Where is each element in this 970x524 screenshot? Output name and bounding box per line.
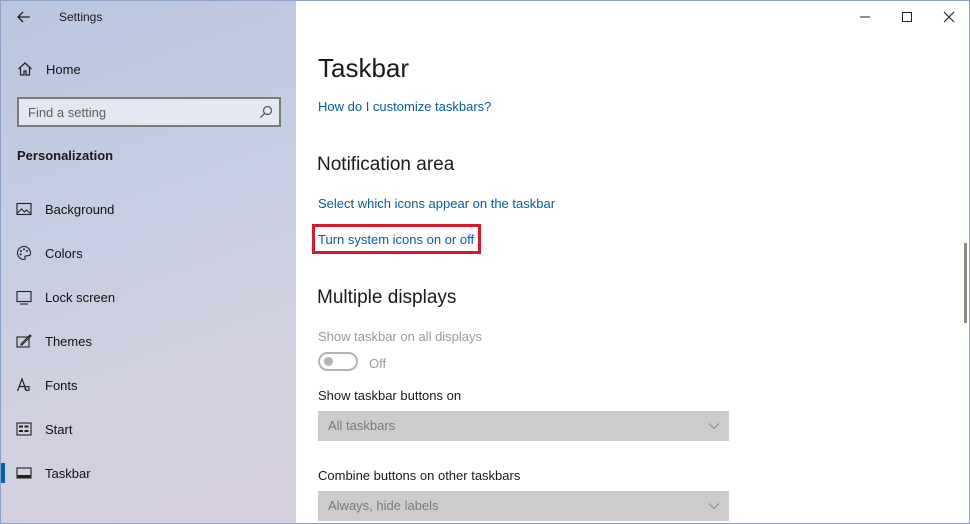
main-content: Taskbar How do I customize taskbars? Not… [296, 1, 969, 523]
notification-area-heading: Notification area [317, 154, 455, 175]
customize-help-link[interactable]: How do I customize taskbars? [318, 99, 491, 114]
sidebar-item-background[interactable]: Background [1, 194, 296, 224]
minimize-icon [860, 16, 870, 18]
lock-screen-icon [16, 290, 32, 305]
show-all-displays-label: Show taskbar on all displays [318, 329, 483, 344]
sidebar-item-home[interactable]: Home [1, 55, 296, 83]
sidebar-item-label: Colors [45, 246, 83, 261]
section-title: Personalization [17, 148, 114, 163]
dropdown-value: Always, hide labels [328, 498, 439, 513]
sidebar-item-colors[interactable]: Colors [1, 238, 296, 268]
chevron-down-icon [708, 503, 720, 510]
start-icon [16, 422, 32, 436]
page-title: Taskbar [318, 53, 410, 83]
select-icons-link[interactable]: Select which icons appear on the taskbar [318, 196, 555, 211]
scrollbar[interactable] [964, 243, 967, 323]
sidebar: Settings Home Find a setting Personaliza… [1, 1, 296, 523]
search-input[interactable]: Find a setting [17, 97, 281, 127]
show-buttons-dropdown[interactable]: All taskbars [318, 411, 729, 441]
multiple-displays-heading: Multiple displays [317, 287, 457, 308]
fonts-icon [16, 377, 30, 392]
maximize-icon [902, 12, 912, 22]
combine-buttons-label: Combine buttons on other taskbars [318, 468, 521, 483]
chevron-down-icon [708, 423, 720, 430]
toggle-knob [324, 357, 333, 366]
sidebar-item-themes[interactable]: Themes [1, 326, 296, 356]
close-button[interactable] [929, 5, 969, 29]
search-icon[interactable] [259, 105, 273, 119]
active-indicator [1, 463, 5, 483]
palette-icon [16, 245, 32, 261]
sidebar-item-label: Lock screen [45, 290, 116, 305]
sidebar-item-label: Home [46, 62, 81, 77]
sidebar-item-lock-screen[interactable]: Lock screen [1, 282, 296, 312]
sidebar-item-taskbar[interactable]: Taskbar [1, 458, 296, 488]
close-icon [943, 11, 955, 23]
taskbar-icon [16, 467, 32, 479]
sidebar-item-label: Taskbar [45, 466, 91, 481]
title-bar: Settings [1, 1, 296, 33]
themes-icon [16, 334, 32, 348]
settings-window: Settings Home Find a setting Personaliza… [0, 0, 970, 524]
toggle-state-label: Off [369, 356, 387, 371]
show-all-displays-toggle[interactable] [318, 352, 358, 371]
app-title: Settings [59, 10, 103, 24]
home-icon [18, 62, 32, 76]
sidebar-item-label: Fonts [45, 378, 78, 393]
system-icons-link[interactable]: Turn system icons on or off [318, 232, 474, 247]
picture-icon [16, 202, 32, 216]
show-buttons-label: Show taskbar buttons on [318, 388, 462, 403]
minimize-button[interactable] [845, 5, 885, 29]
sidebar-item-label: Start [45, 422, 73, 437]
sidebar-item-label: Background [45, 202, 115, 217]
dropdown-value: All taskbars [328, 418, 396, 433]
back-button[interactable] [11, 7, 37, 27]
back-arrow-icon [17, 11, 30, 23]
sidebar-item-fonts[interactable]: Fonts [1, 370, 296, 400]
search-placeholder: Find a setting [28, 105, 107, 120]
sidebar-item-label: Themes [45, 334, 92, 349]
combine-buttons-dropdown[interactable]: Always, hide labels [318, 491, 729, 521]
maximize-button[interactable] [887, 5, 927, 29]
sidebar-item-start[interactable]: Start [1, 414, 296, 444]
